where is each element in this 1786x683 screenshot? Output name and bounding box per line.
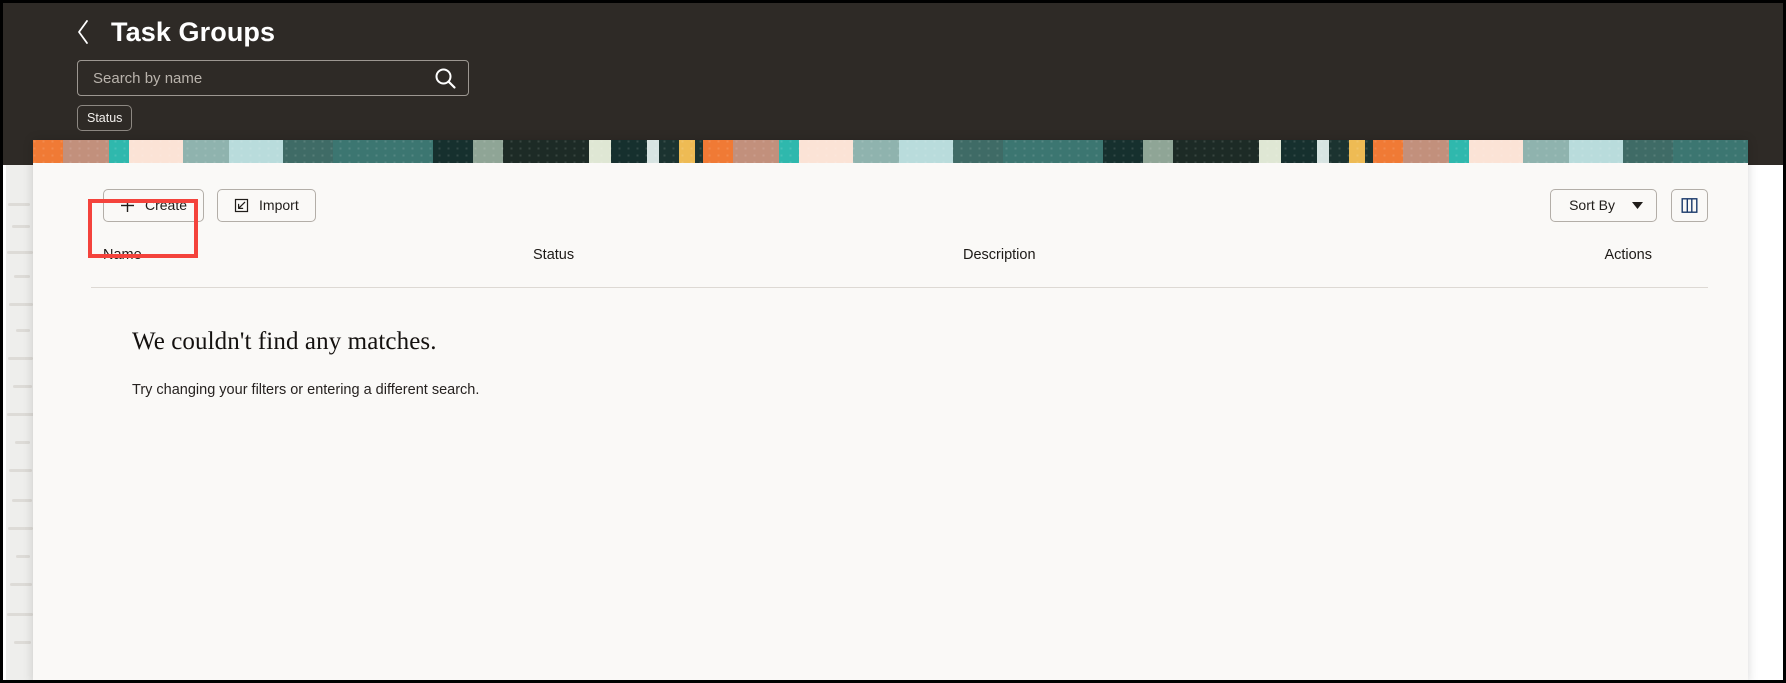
search-input[interactable] [78, 61, 422, 95]
import-button-label: Import [259, 197, 299, 213]
sort-by-label: Sort By [1569, 197, 1615, 213]
empty-state-title: We couldn't find any matches. [132, 328, 437, 355]
decorative-banner [33, 140, 1748, 163]
sort-by-button[interactable]: Sort By [1550, 188, 1657, 222]
app-screenshot: Task Groups Status [0, 0, 1786, 683]
plus-icon [121, 198, 134, 212]
column-header-name[interactable]: Name [103, 247, 533, 263]
import-arrow-icon [234, 198, 249, 212]
filter-chip-label: Status [87, 111, 123, 125]
import-button[interactable]: Import [217, 188, 316, 222]
page-header: Task Groups [73, 17, 275, 47]
background-skeleton-strip [6, 163, 36, 680]
table-toolbar: Create Import Sort By [33, 163, 1748, 247]
toolbar-actions-right: Sort By [1550, 188, 1708, 222]
search-icon [435, 68, 456, 89]
filter-chip-status[interactable]: Status [77, 105, 133, 131]
search-box[interactable] [77, 60, 469, 96]
chevron-left-icon[interactable] [73, 17, 93, 47]
column-header-description[interactable]: Description [963, 247, 1393, 263]
create-button[interactable]: Create [103, 188, 205, 222]
create-button-label: Create [145, 197, 188, 213]
page-title: Task Groups [111, 16, 276, 47]
empty-state: We couldn't find any matches. Try changi… [33, 288, 1748, 398]
column-layout-toggle-button[interactable] [1671, 188, 1708, 222]
toolbar-actions-left: Create Import [103, 188, 316, 222]
search-button[interactable] [422, 61, 468, 95]
column-header-status[interactable]: Status [533, 247, 963, 263]
table-header-row: Name Status Description Actions [33, 247, 1748, 287]
content-panel: Create Import Sort By Name Status Descri… [33, 140, 1748, 680]
column-layout-icon [1681, 197, 1698, 213]
chevron-down-icon [1632, 201, 1643, 209]
column-header-actions: Actions [1604, 247, 1652, 263]
empty-state-subtitle: Try changing your filters or entering a … [132, 382, 480, 398]
